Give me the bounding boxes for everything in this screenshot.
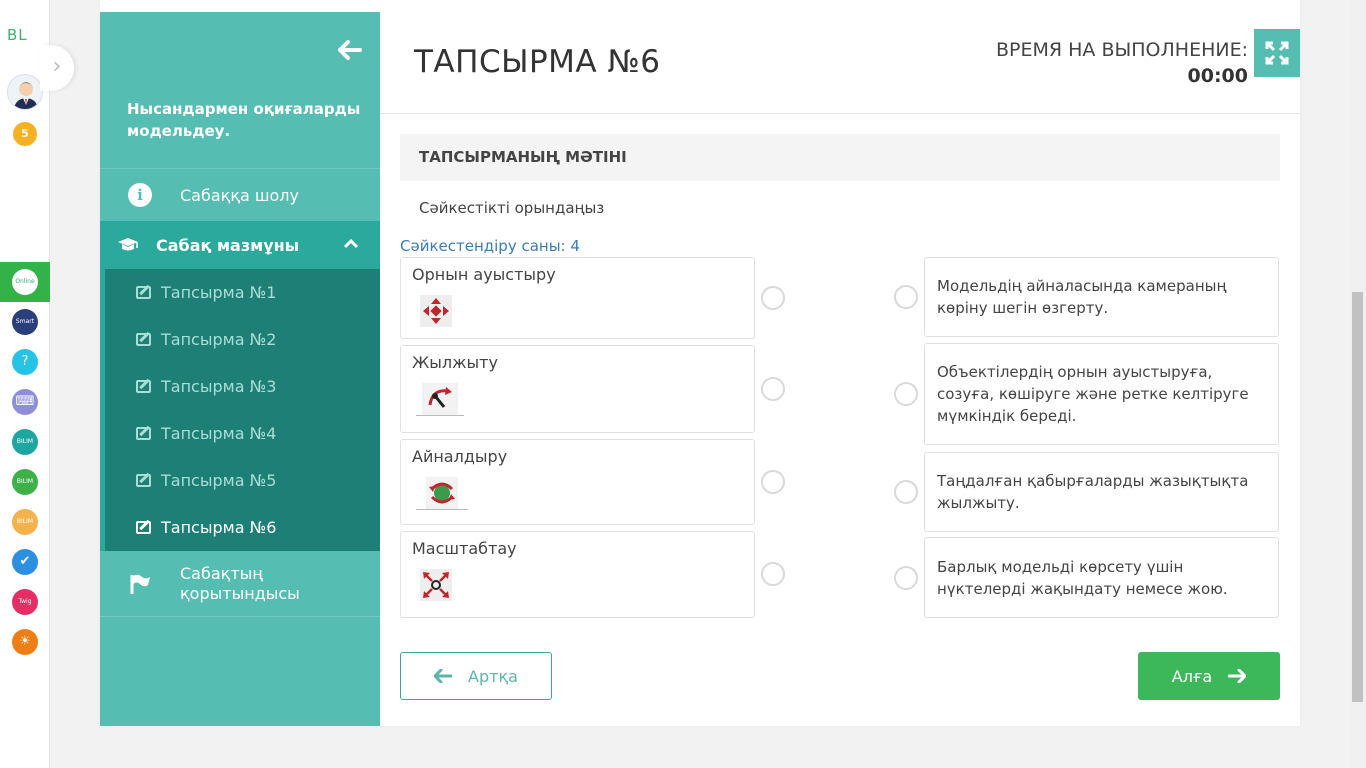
imagineering-icon: ☀ <box>12 629 38 655</box>
bilim-land-icon: BILIM Land <box>12 469 38 495</box>
lesson-nav: i Сабаққа шолу Сабақ мазмұны Тапсырма №1… <box>100 168 380 617</box>
sidebar-item-label: Тапсырма №3 <box>161 377 277 396</box>
edit-icon <box>136 521 151 534</box>
chevron-right-icon[interactable]: › <box>40 45 74 91</box>
task-instruction: Сәйкестікті орындаңыз <box>419 199 605 217</box>
twig-icon: Twig <box>12 589 38 615</box>
header-divider <box>380 113 1300 114</box>
back-button[interactable]: Артқа <box>400 652 552 700</box>
bl-logo[interactable]: BL <box>7 26 28 44</box>
page-title: ТАПСЫРМА №6 <box>414 44 661 80</box>
edit-icon <box>136 380 151 393</box>
expand-icon <box>1265 41 1289 65</box>
nav-conclusion[interactable]: Сабақтың қорытындысы <box>100 551 380 617</box>
nav-content-section[interactable]: Сабақ мазмұны <box>100 221 380 269</box>
right-radio-1[interactable] <box>894 285 918 309</box>
right-radio-2[interactable] <box>894 382 918 406</box>
task-list: Тапсырма №1 Тапсырма №2 Тапсырма №3 Тапсырм… <box>100 269 380 551</box>
arrow-left-icon <box>434 669 453 683</box>
sidebar-item-label: Тапсырма №5 <box>161 471 277 490</box>
sidebar-item-task-3[interactable]: Тапсырма №3 <box>105 363 380 410</box>
app-keyboard[interactable]: ⌨ <box>0 382 50 422</box>
task-text-heading: ТАПСЫРМАНЫҢ МӘТІНІ <box>400 134 1280 181</box>
app-smart-nation[interactable]: Smart Nation <box>0 302 50 342</box>
app-check-app[interactable]: ✔ <box>0 542 50 582</box>
fullscreen-button[interactable] <box>1254 29 1300 77</box>
bilim-store-icon: BILIM Store <box>12 509 38 535</box>
right-item-4[interactable]: Барлық модельді көрсету үшін нүктелерді … <box>924 537 1279 618</box>
left-item-push[interactable]: Жылжыту <box>400 345 755 433</box>
match-count: Сәйкестендіру саны: 4 <box>400 237 580 255</box>
chevron-up-icon[interactable] <box>343 237 359 253</box>
left-item-scale[interactable]: Масштабтау <box>400 531 755 618</box>
app-imagineering[interactable]: ☀ <box>0 622 50 662</box>
left-item-label: Орнын ауыстыру <box>412 265 556 284</box>
right-radio-3[interactable] <box>894 480 918 504</box>
app-bilim-land[interactable]: BILIM Land <box>0 462 50 502</box>
nav-overview[interactable]: i Сабаққа шолу <box>100 168 380 221</box>
notification-badge[interactable]: 5 <box>13 122 37 146</box>
left-item-label: Жылжыту <box>412 353 498 372</box>
push-icon <box>416 382 464 416</box>
help-icon: ? <box>12 349 38 375</box>
left-item-move[interactable]: Орнын ауыстыру <box>400 257 755 339</box>
keyboard-icon: ⌨ <box>12 389 38 415</box>
sidebar-item-task-4[interactable]: Тапсырма №4 <box>105 410 380 457</box>
app-online-mektep[interactable]: Online Mektep <box>0 262 50 302</box>
left-radio-2[interactable] <box>761 377 785 401</box>
back-button-label: Артқа <box>468 666 518 686</box>
right-item-1[interactable]: Модельдің айналасында камераның көріну ш… <box>924 257 1279 337</box>
lesson-title: Нысандармен оқиғаларды модельдеу. <box>127 100 361 140</box>
nav-overview-label: Сабаққа шолу <box>180 185 299 205</box>
bilim-central-icon: BILIM Central <box>12 429 38 455</box>
sidebar-item-label: Тапсырма №2 <box>161 330 277 349</box>
timer-label: ВРЕМЯ НА ВЫПОЛНЕНИЕ: <box>996 39 1248 61</box>
right-item-2[interactable]: Объектілердің орнын ауыстыруға, созуға, … <box>924 343 1279 445</box>
smart-nation-icon: Smart Nation <box>12 309 38 335</box>
app-bilim-store[interactable]: BILIM Store <box>0 502 50 542</box>
move-icon <box>416 294 456 328</box>
scrollbar-thumb[interactable] <box>1352 292 1363 702</box>
left-item-label: Айналдыру <box>412 447 508 466</box>
sidebar-item-task-2[interactable]: Тапсырма №2 <box>105 316 380 363</box>
left-item-rotate[interactable]: Айналдыру <box>400 439 755 525</box>
online-mektep-icon: Online Mektep <box>12 269 38 295</box>
sidebar-item-task-6[interactable]: Тапсырма №6 <box>105 504 380 551</box>
scale-icon <box>416 568 456 602</box>
nav-conclusion-label: Сабақтың қорытындысы <box>180 563 300 603</box>
sidebar-item-label: Тапсырма №6 <box>161 518 277 537</box>
arrow-left-icon[interactable] <box>338 38 362 66</box>
next-button[interactable]: Алға <box>1138 652 1280 700</box>
arrow-right-icon <box>1228 669 1247 683</box>
edit-icon <box>136 474 151 487</box>
info-icon: i <box>128 183 152 207</box>
left-item-label: Масштабтау <box>412 539 517 558</box>
rotate-icon <box>416 476 468 510</box>
left-radio-4[interactable] <box>761 562 785 586</box>
flag-icon <box>100 573 180 595</box>
right-radio-4[interactable] <box>894 566 918 590</box>
left-radio-1[interactable] <box>761 286 785 310</box>
app-bilim-central[interactable]: BILIM Central <box>0 422 50 462</box>
left-radio-3[interactable] <box>761 470 785 494</box>
nav-content-label: Сабақ мазмұны <box>156 235 300 255</box>
graduation-cap-icon <box>100 237 156 253</box>
app-help[interactable]: ? <box>0 342 50 382</box>
sidebar-item-task-5[interactable]: Тапсырма №5 <box>105 457 380 504</box>
edit-icon <box>136 333 151 346</box>
app-twig[interactable]: Twig <box>0 582 50 622</box>
lesson-sidebar: Нысандармен оқиғаларды модельдеу. i Саба… <box>100 12 380 726</box>
sidebar-item-task-1[interactable]: Тапсырма №1 <box>105 269 380 316</box>
edit-icon <box>136 427 151 440</box>
sidebar-item-label: Тапсырма №1 <box>161 283 277 302</box>
edit-icon <box>136 286 151 299</box>
app-launcher-list: Online Mektep Smart Nation? ⌨ BILIM Central… <box>0 262 50 662</box>
sidebar-item-label: Тапсырма №4 <box>161 424 277 443</box>
timer-value: 00:00 <box>1187 65 1248 87</box>
app-rail: BL 5 › Online Mektep Smart Nation? ⌨ BILIM … <box>0 0 74 768</box>
right-item-3[interactable]: Таңдалған қабырғаларды жазықтықта жылжыт… <box>924 452 1279 532</box>
user-avatar[interactable] <box>7 74 43 110</box>
next-button-label: Алға <box>1171 666 1213 686</box>
check-app-icon: ✔ <box>12 549 38 575</box>
